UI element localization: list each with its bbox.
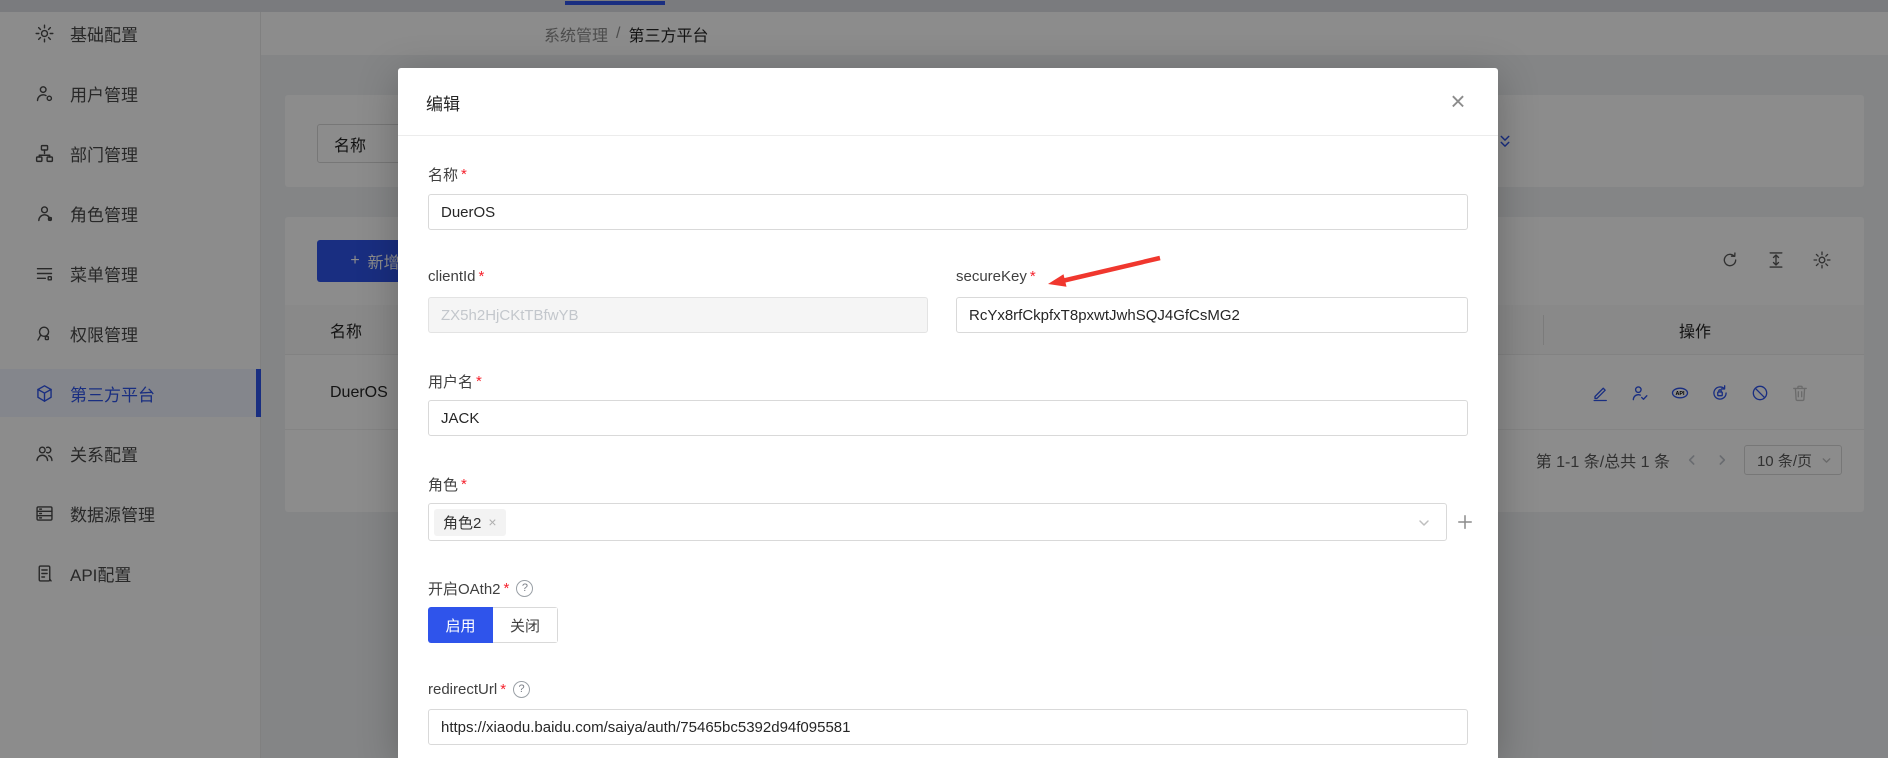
redirecturl-field-label: redirectUrl* ? bbox=[428, 681, 530, 698]
oauth2-option-disable[interactable]: 关闭 bbox=[493, 607, 558, 643]
oauth2-field-label: 开启OAth2* ? bbox=[428, 578, 533, 599]
role-field-label: 角色* bbox=[428, 474, 467, 495]
close-icon[interactable]: × bbox=[1444, 88, 1472, 116]
redirecturl-field[interactable] bbox=[428, 709, 1468, 745]
role-tag-label: 角色2 bbox=[443, 512, 481, 533]
username-field[interactable] bbox=[428, 400, 1468, 436]
securekey-field-label: secureKey* bbox=[956, 268, 1036, 285]
name-field[interactable] bbox=[428, 194, 1468, 230]
name-field-label: 名称* bbox=[428, 164, 467, 185]
question-circle-icon[interactable]: ? bbox=[513, 681, 530, 698]
clientid-field bbox=[428, 297, 928, 333]
oauth2-toggle: 启用 关闭 bbox=[428, 607, 558, 643]
add-role-plus-icon[interactable] bbox=[1455, 512, 1475, 532]
dialog-header: 编辑 × bbox=[398, 68, 1498, 136]
dialog-title: 编辑 bbox=[426, 68, 460, 136]
question-circle-icon[interactable]: ? bbox=[516, 580, 533, 597]
role-multiselect[interactable]: 角色2 × bbox=[428, 503, 1447, 541]
role-tag: 角色2 × bbox=[434, 509, 506, 536]
username-field-label: 用户名* bbox=[428, 371, 482, 392]
tag-remove-icon[interactable]: × bbox=[488, 514, 496, 530]
edit-dialog: 编辑 × 名称* clientId* secureKey* 用户名* 角色* 角… bbox=[398, 68, 1498, 758]
clientid-field-label: clientId* bbox=[428, 268, 484, 285]
chevron-down-icon bbox=[1416, 515, 1432, 531]
securekey-field[interactable] bbox=[956, 297, 1468, 333]
oauth2-option-enable[interactable]: 启用 bbox=[428, 607, 493, 643]
